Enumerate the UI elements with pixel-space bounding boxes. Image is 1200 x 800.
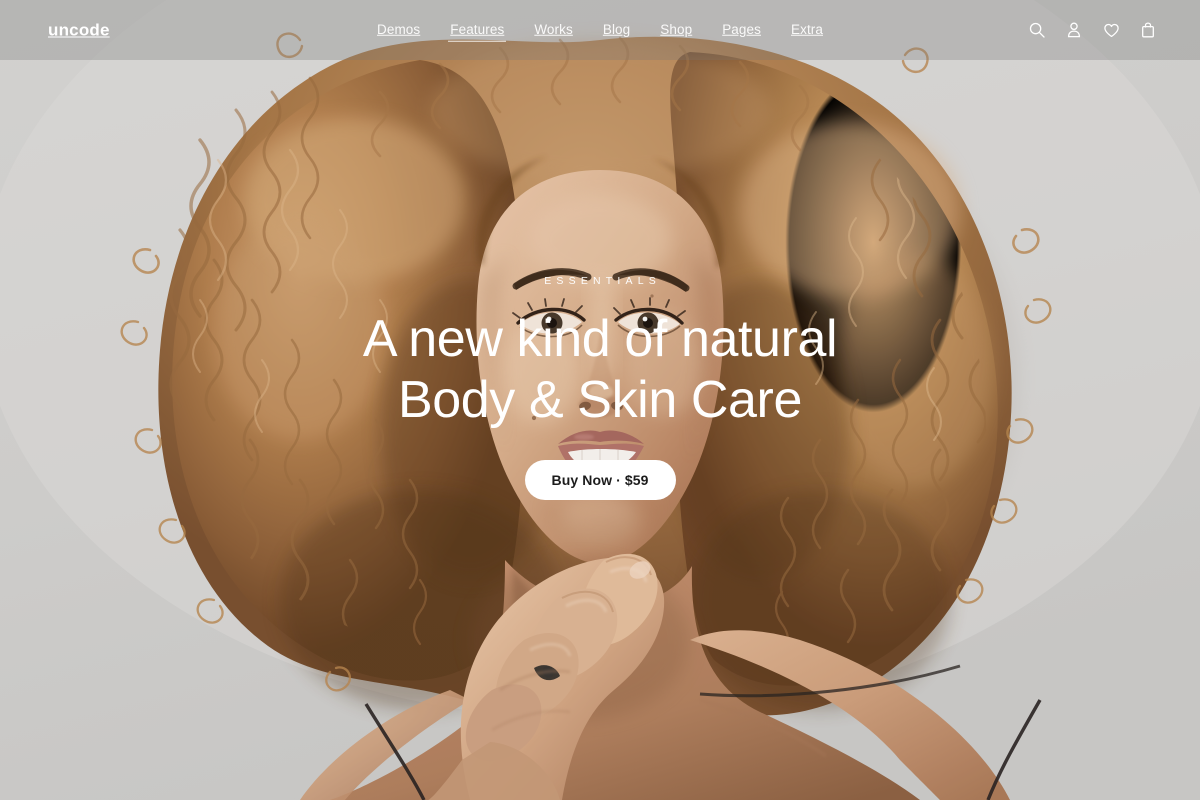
user-icon[interactable]	[1062, 18, 1086, 42]
nav-item-pages[interactable]: Pages	[720, 19, 763, 42]
shopping-bag-icon[interactable]	[1136, 18, 1160, 42]
brand-logo[interactable]: uncode	[48, 22, 110, 39]
nav-item-blog[interactable]: Blog	[601, 19, 632, 42]
nav-item-shop[interactable]: Shop	[658, 19, 694, 42]
header-actions	[1025, 18, 1160, 42]
buy-now-button[interactable]: Buy Now · $59	[524, 460, 676, 501]
hero-eyebrow: ESSENTIALS	[544, 275, 661, 287]
nav-item-features[interactable]: Features	[448, 19, 507, 42]
nav-item-extra[interactable]: Extra	[789, 19, 825, 42]
heart-icon[interactable]	[1099, 18, 1123, 42]
hero-heading-line-2: Body & Skin Care	[397, 370, 802, 429]
nav-item-works[interactable]: Works	[532, 19, 575, 42]
hero-content: ESSENTIALS A new kind of natural Body & …	[0, 275, 1200, 501]
nav-item-demos[interactable]: Demos	[375, 19, 422, 42]
search-icon[interactable]	[1025, 18, 1049, 42]
page-root: uncode Demos Features Works Blog Shop Pa…	[0, 0, 1200, 800]
site-header: uncode Demos Features Works Blog Shop Pa…	[0, 0, 1200, 60]
hero-heading-line-1: A new kind of natural	[362, 309, 838, 368]
primary-navigation: Demos Features Works Blog Shop Pages Ext…	[0, 19, 1200, 42]
hero-heading: A new kind of natural Body & Skin Care	[362, 309, 838, 432]
